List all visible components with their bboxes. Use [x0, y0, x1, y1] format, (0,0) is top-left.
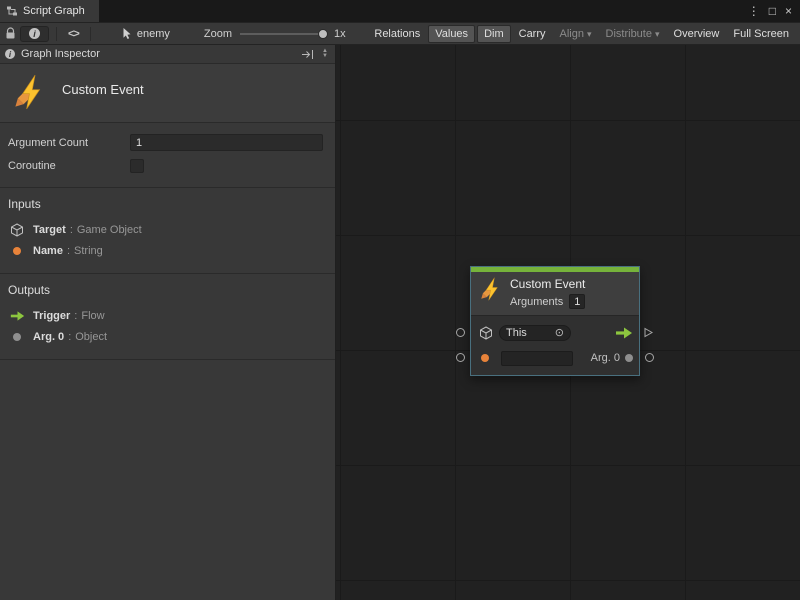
info-icon: i — [29, 28, 40, 39]
node-header[interactable]: Custom Event Arguments 1 — [471, 272, 639, 315]
unit-settings: Argument Count Coroutine — [0, 123, 335, 188]
inspector-title: Graph Inspector — [21, 48, 100, 60]
target-value: This — [506, 327, 527, 339]
node-header-text: Custom Event Arguments 1 — [510, 277, 585, 309]
close-icon[interactable]: × — [785, 5, 792, 17]
argument-count-label: Argument Count — [8, 137, 130, 149]
zoom-control: Zoom 1x — [204, 28, 346, 40]
lock-icon[interactable] — [5, 27, 16, 40]
outputs-heading: Outputs — [8, 283, 327, 297]
node-title: Custom Event — [510, 277, 585, 291]
custom-event-node[interactable]: Custom Event Arguments 1 — [470, 266, 640, 376]
graph-inspector-panel: i Graph Inspector ▲ ▼ Custom Event Argum… — [0, 45, 336, 600]
game-object-cube-icon — [8, 223, 26, 237]
port-row-target: Target : Game Object — [8, 219, 327, 240]
name-port-row: Arg. 0 — [479, 347, 633, 369]
scroll-down-icon[interactable]: ▼ — [322, 54, 328, 59]
toolbar-buttons: Relations Values Dim Carry Align ▾ Distr… — [368, 25, 795, 43]
zoom-value: 1x — [334, 28, 346, 40]
inputs-heading: Inputs — [8, 197, 327, 211]
arg0-output-port[interactable] — [625, 354, 633, 362]
toolbar-button-values[interactable]: Values — [428, 25, 475, 43]
game-object-cube-icon — [479, 326, 493, 340]
arguments-count-field[interactable]: 1 — [569, 294, 585, 309]
graph-toolbar: i <> enemy Zoom 1x Relations Values Dim … — [0, 22, 800, 45]
titlebar-spacer — [99, 0, 748, 22]
graph-pointer-icon — [122, 27, 132, 40]
coroutine-checkbox[interactable] — [130, 159, 144, 173]
arg0-label: Arg. 0 — [591, 352, 620, 364]
graph-name-label: enemy — [137, 28, 170, 40]
window-titlebar: Script Graph ⋮ □ × — [0, 0, 800, 22]
trigger-flow-port-icon[interactable] — [615, 327, 633, 339]
port-row-arg0: Arg. 0 : Object — [8, 326, 327, 347]
object-port-icon — [8, 333, 26, 341]
flow-out-port[interactable] — [644, 327, 653, 338]
target-dropdown[interactable]: This ⊙ — [499, 325, 571, 341]
node-body: This ⊙ Arg. 0 — [471, 315, 639, 375]
node-arguments-row: Arguments 1 — [510, 294, 585, 309]
inspector-toggle-button[interactable]: i — [20, 26, 49, 42]
window-menu-icon[interactable]: ⋮ — [748, 5, 760, 17]
inputs-section: Inputs Target : Game Object Name : Strin… — [0, 188, 335, 274]
window-controls: ⋮ □ × — [748, 0, 800, 22]
relation-port-left-bottom[interactable] — [456, 353, 465, 362]
tab-script-graph[interactable]: Script Graph — [0, 0, 99, 22]
name-input-field[interactable] — [501, 351, 573, 366]
name-input-port[interactable] — [481, 354, 489, 362]
toolbar-button-fullscreen[interactable]: Full Screen — [727, 25, 795, 43]
coroutine-label: Coroutine — [8, 160, 130, 172]
custom-event-icon — [12, 74, 48, 110]
tab-title: Script Graph — [23, 5, 85, 17]
argument-count-input[interactable] — [130, 134, 323, 151]
zoom-slider[interactable] — [240, 33, 326, 35]
coroutine-row: Coroutine — [8, 154, 323, 177]
unit-title: Custom Event — [62, 82, 144, 110]
graph-canvas[interactable]: Custom Event Arguments 1 — [336, 45, 800, 600]
zoom-label: Zoom — [204, 28, 232, 40]
maximize-icon[interactable]: □ — [769, 5, 776, 17]
flow-arrow-icon — [8, 311, 26, 321]
toolbar-button-carry[interactable]: Carry — [513, 25, 552, 43]
graph-breadcrumb[interactable]: enemy — [122, 27, 170, 40]
main-area: i Graph Inspector ▲ ▼ Custom Event Argum… — [0, 45, 800, 600]
arguments-label: Arguments — [510, 296, 563, 308]
dock-panel-icon[interactable] — [301, 49, 314, 60]
toolbar-button-dim[interactable]: Dim — [477, 25, 511, 43]
string-port-icon — [8, 247, 26, 255]
scroll-stepper[interactable]: ▲ ▼ — [320, 49, 330, 59]
outputs-section: Outputs Trigger : Flow Arg. 0 : Object — [0, 274, 335, 360]
toolbar-button-distribute[interactable]: Distribute ▾ — [600, 25, 666, 43]
port-row-name: Name : String — [8, 240, 327, 261]
chevron-down-icon: ▾ — [587, 29, 592, 40]
toolbar-separator — [90, 27, 91, 41]
edit-script-icon[interactable]: <> — [64, 28, 83, 40]
script-graph-icon — [6, 5, 18, 17]
argument-count-row: Argument Count — [8, 131, 323, 154]
toolbar-button-align[interactable]: Align ▾ — [554, 25, 598, 43]
inspector-header: i Graph Inspector ▲ ▼ — [0, 45, 335, 64]
object-picker-icon[interactable]: ⊙ — [555, 328, 564, 339]
relation-port-left-top[interactable] — [456, 328, 465, 337]
value-out-port[interactable] — [645, 353, 654, 362]
custom-event-icon — [479, 277, 503, 301]
toolbar-button-relations[interactable]: Relations — [368, 25, 426, 43]
chevron-down-icon: ▾ — [655, 29, 660, 40]
info-icon: i — [5, 49, 15, 59]
zoom-slider-handle[interactable] — [318, 29, 328, 39]
target-port-row: This ⊙ — [479, 322, 633, 344]
unit-header: Custom Event — [0, 64, 335, 123]
toolbar-button-overview[interactable]: Overview — [668, 25, 726, 43]
port-row-trigger: Trigger : Flow — [8, 305, 327, 326]
toolbar-separator — [56, 27, 57, 41]
